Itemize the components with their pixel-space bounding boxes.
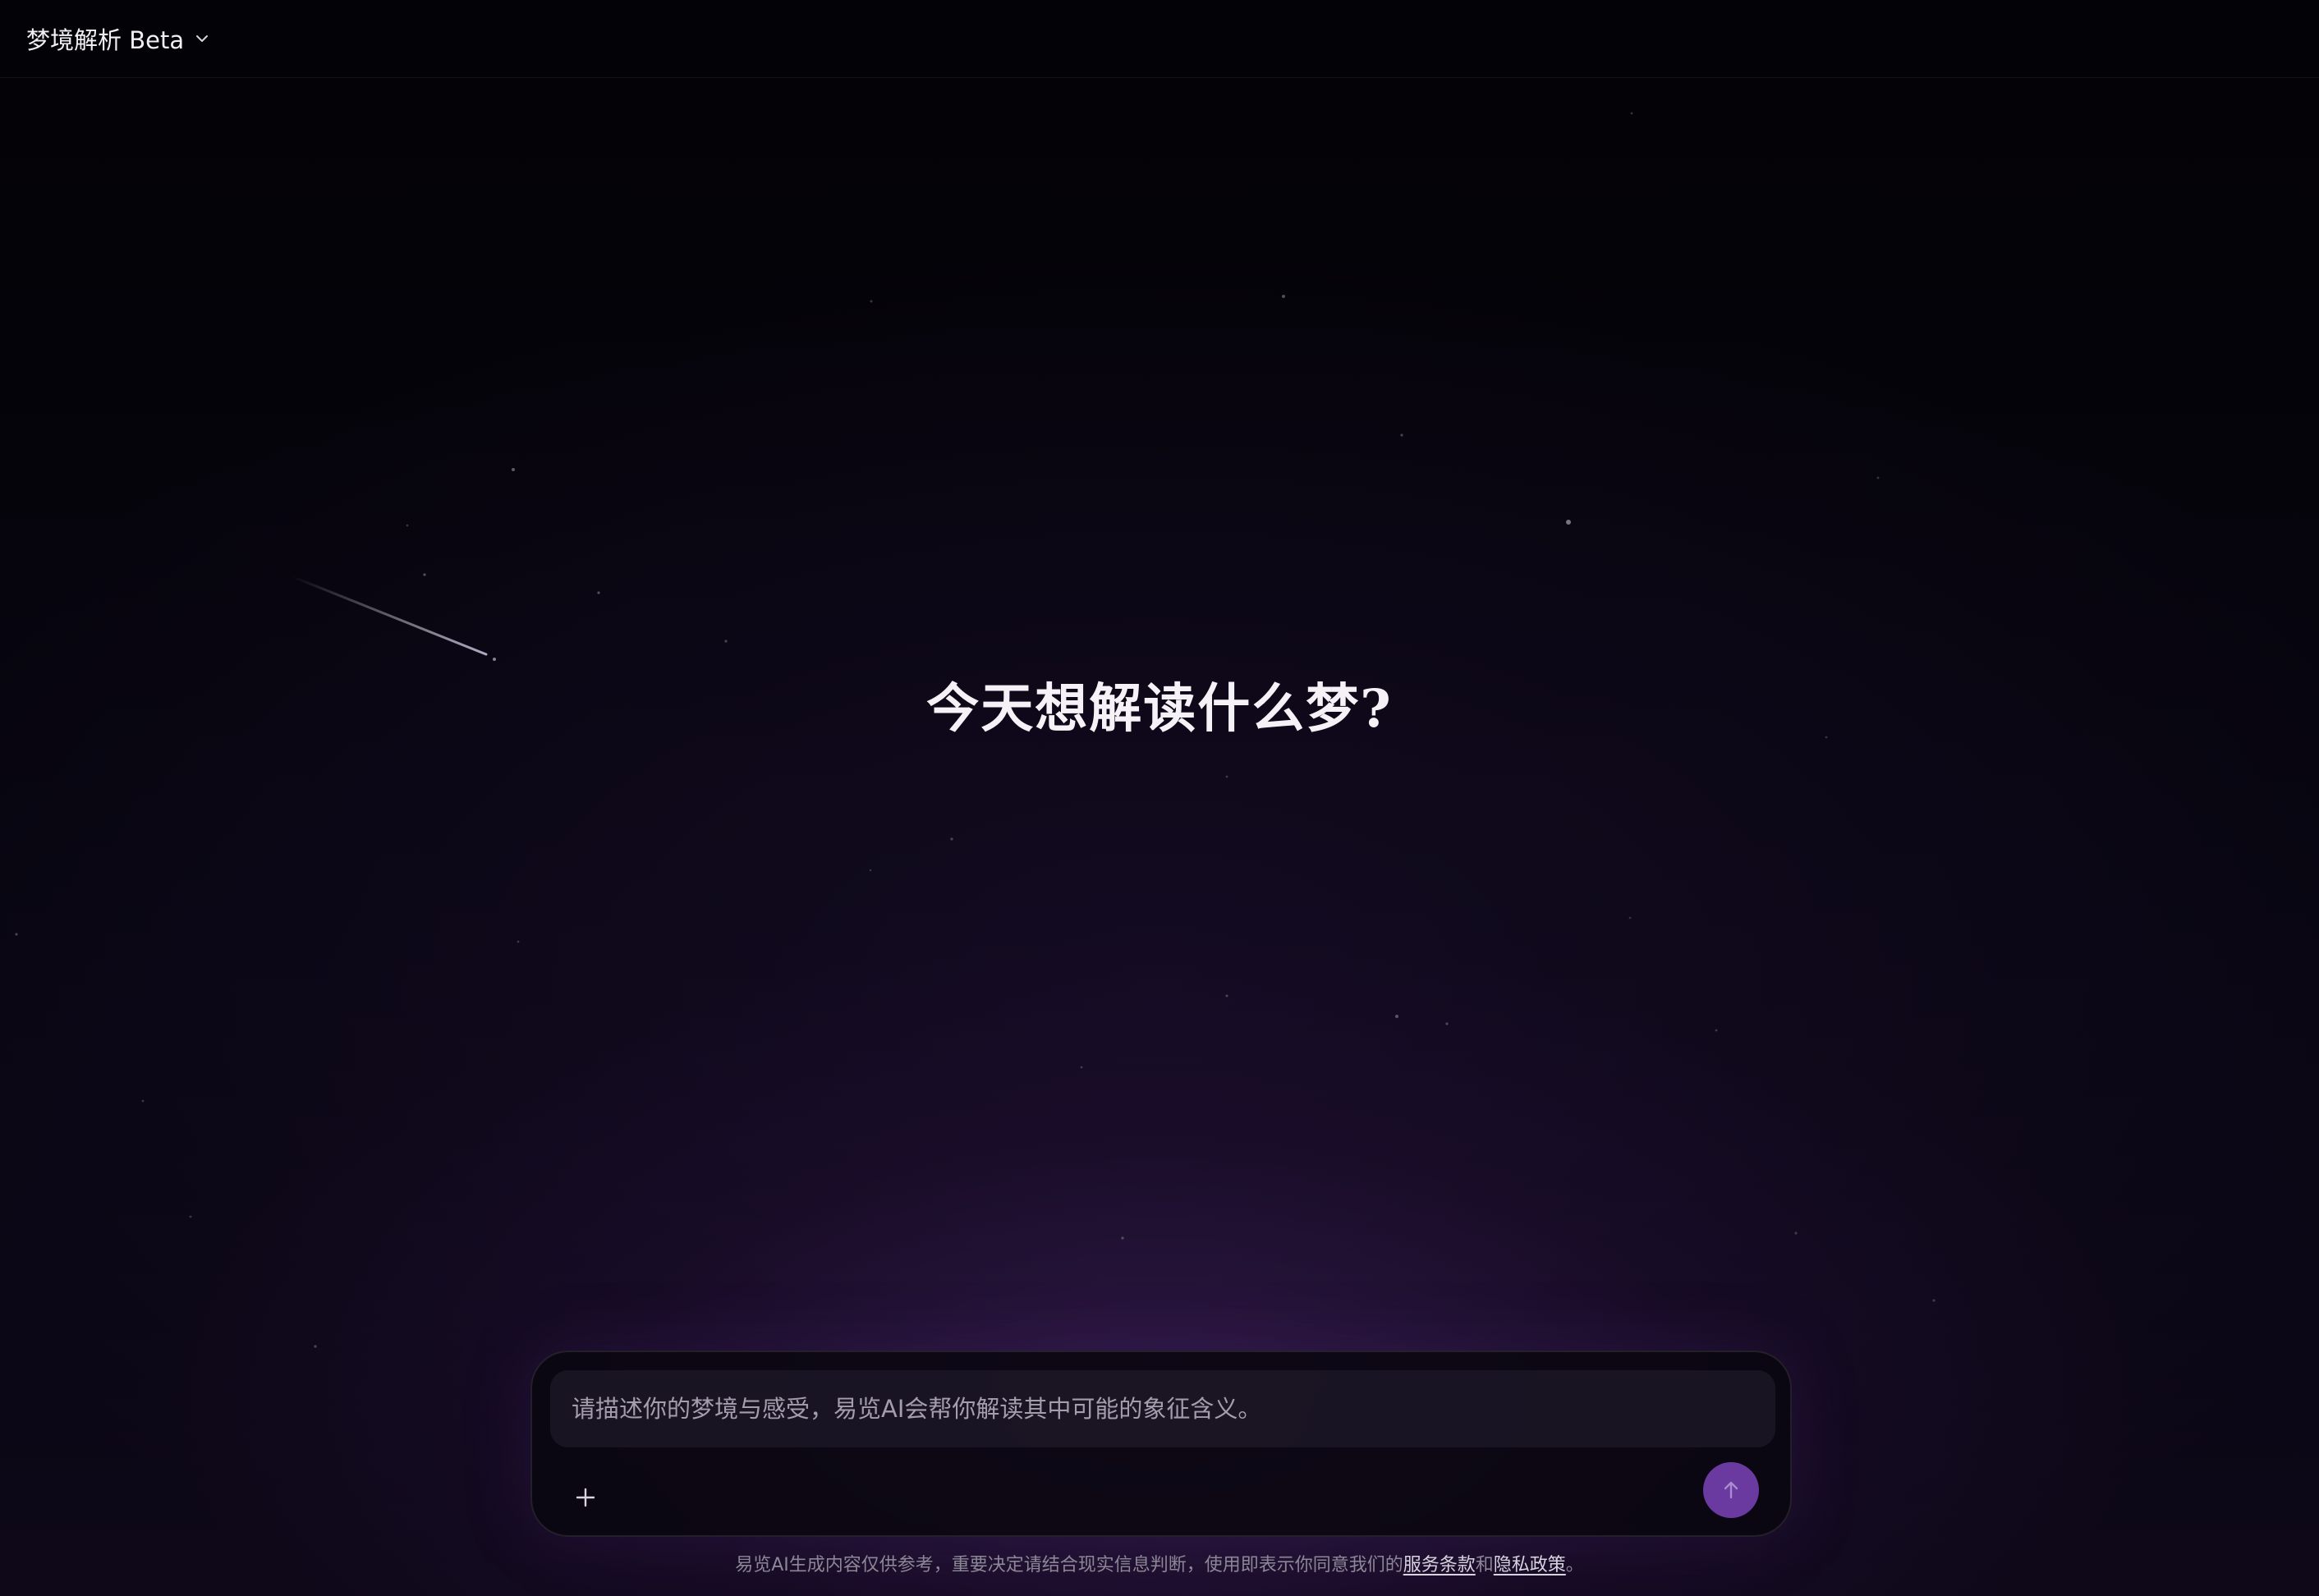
footer-disclaimer: 易览AI生成内容仅供参考，重要决定请结合现实信息判断，使用即表示你同意我们的服务… (0, 1550, 2319, 1576)
app-title: 梦境解析 Beta (26, 26, 185, 54)
dream-chat-page: 梦境解析 Beta 今天想解读什么梦? 易览AI生成内容仅供参考，重要决定请结合… (0, 0, 2319, 1596)
hero-title: 今天想解读什么梦? (926, 678, 1393, 740)
prompt-box[interactable] (550, 1370, 1775, 1447)
send-button[interactable] (1703, 1462, 1759, 1518)
disclaimer-text: 易览AI生成内容仅供参考，重要决定请结合现实信息判断，使用即表示你同意我们的 (735, 1555, 1403, 1575)
attach-button[interactable] (565, 1477, 606, 1518)
shooting-star (290, 575, 488, 656)
top-bar: 梦境解析 Beta (0, 0, 2319, 78)
app-switcher-menu[interactable]: 梦境解析 Beta (26, 15, 210, 62)
plus-icon (576, 1488, 595, 1507)
dream-description-input[interactable] (572, 1370, 1775, 1447)
chevron-down-icon (196, 35, 209, 42)
privacy-policy-link[interactable]: 隐私政策 (1494, 1555, 1566, 1575)
terms-of-service-link[interactable]: 服务条款 (1403, 1555, 1476, 1575)
end-punctuation: 。 (1565, 1555, 1584, 1575)
dream-composer (530, 1351, 1792, 1537)
conjunction-text: 和 (1475, 1555, 1494, 1575)
arrow-up-icon (1724, 1481, 1738, 1499)
